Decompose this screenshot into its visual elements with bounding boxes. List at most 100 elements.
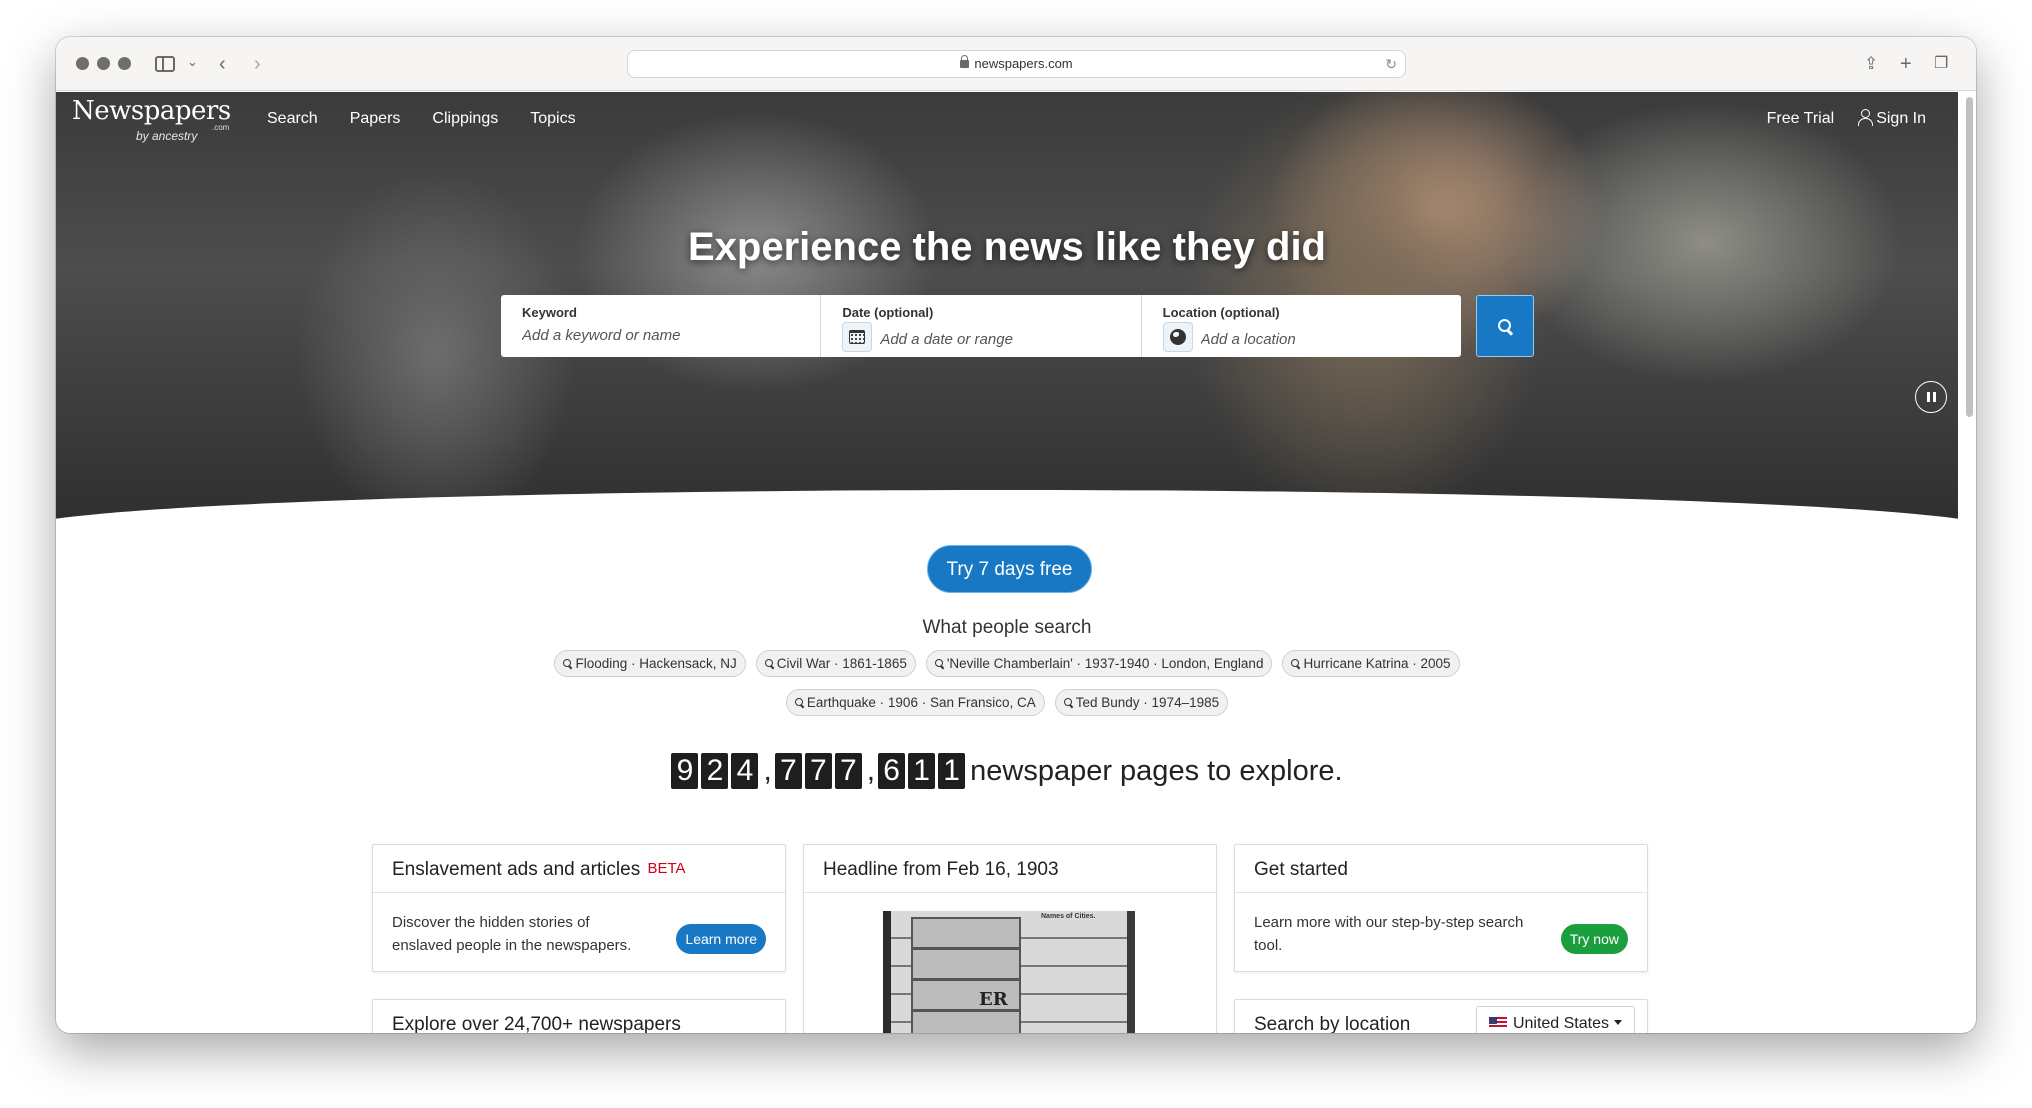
headline-card: Headline from Feb 16, 1903 ER Names of C…: [803, 844, 1217, 1033]
what-people-search-title: What people search: [922, 617, 1092, 638]
keyword-input[interactable]: [522, 327, 800, 344]
reload-icon[interactable]: ↻: [1385, 51, 1397, 77]
search-icon: [563, 659, 573, 669]
counter-comma: ,: [763, 754, 772, 787]
search-button[interactable]: [1476, 295, 1534, 357]
chevron-down-icon[interactable]: ⌄: [187, 54, 198, 70]
explore-card-header[interactable]: Explore over 24,700+ newspapers: [373, 1000, 785, 1033]
try-now-button[interactable]: Try now: [1560, 924, 1628, 954]
get-started-card: Get started Learn more with our step-by-…: [1234, 844, 1648, 972]
sign-in-label: Sign In: [1876, 110, 1926, 127]
enslavement-card-body: Discover the hidden stories of enslaved …: [373, 893, 785, 975]
counter-digit: 7: [804, 753, 832, 789]
free-trial-link[interactable]: Free Trial: [1767, 110, 1835, 128]
enslavement-card: Enslavement ads and articles BETA Discov…: [372, 844, 786, 972]
search-icon: [1063, 698, 1074, 708]
newspaper-illustration: [911, 917, 1021, 1033]
nav-papers[interactable]: Papers: [350, 110, 401, 128]
forward-icon[interactable]: ›: [254, 51, 261, 77]
logo-com: .com: [212, 123, 230, 132]
counter-digit: 2: [701, 753, 729, 789]
us-flag-icon: [1488, 1017, 1507, 1029]
calendar-icon[interactable]: [842, 322, 873, 352]
search-chip[interactable]: Flooding · Hackensack, NJ: [554, 650, 746, 677]
counter-digit: 7: [774, 753, 802, 789]
counter-digit: 7: [834, 753, 862, 789]
share-icon[interactable]: ⇪: [1864, 51, 1878, 77]
get-started-card-title: Get started: [1254, 859, 1348, 880]
site-nav: Newspapers .com by ancestry Search Paper…: [56, 92, 1958, 152]
tab-overview-icon[interactable]: ❐: [1934, 51, 1948, 77]
pause-slideshow-button[interactable]: [1915, 381, 1947, 413]
nav-topics[interactable]: Topics: [530, 110, 575, 128]
url-text: newspapers.com: [974, 56, 1073, 71]
search-chip[interactable]: Earthquake · 1906 · San Fransico, CA: [785, 689, 1045, 716]
user-icon: [1858, 109, 1874, 126]
search-chip[interactable]: 'Neville Chamberlain' · 1937-1940 · Lond…: [925, 650, 1273, 677]
logo-by-ancestry: by ancestry: [136, 129, 198, 143]
nav-account: Free Trial Sign In: [1767, 109, 1926, 128]
search-icon: [934, 659, 945, 669]
search-icon: [764, 659, 775, 669]
address-bar[interactable]: newspapers.com ↻: [627, 50, 1406, 78]
caret-down-icon: [1614, 1020, 1622, 1025]
counter-digit: 9: [671, 753, 699, 789]
maximize-window-icon[interactable]: [118, 57, 131, 70]
search-chips-row-1: Flooding · Hackensack, NJ Civil War · 18…: [56, 650, 1958, 677]
search-icon: [1291, 659, 1301, 669]
counter-digit: 1: [938, 753, 966, 789]
search-by-location-card: Search by location United States: [1234, 999, 1648, 1033]
sign-in-link[interactable]: Sign In: [1858, 109, 1926, 128]
counter-comma: ,: [866, 754, 876, 787]
lock-icon: [960, 55, 970, 68]
sidebar-toggle-icon[interactable]: [155, 56, 175, 72]
newspaper-image-heading: Names of Cities.: [1041, 913, 1096, 920]
location-label: Location (optional): [1162, 305, 1280, 320]
browser-toolbar: ⌄ ‹ › newspapers.com ↻ ⇪ + ❐: [56, 37, 1976, 91]
learn-more-button[interactable]: Learn more: [676, 924, 766, 954]
page-scrollbar[interactable]: [1966, 97, 1973, 417]
nav-search[interactable]: Search: [267, 110, 318, 128]
back-icon[interactable]: ‹: [219, 51, 226, 77]
nav-clippings[interactable]: Clippings: [432, 110, 498, 128]
window-controls: [76, 57, 131, 70]
explore-newspapers-card: Explore over 24,700+ newspapers: [372, 999, 786, 1033]
explore-card-title: Explore over 24,700+ newspapers: [392, 1014, 681, 1033]
date-field[interactable]: Date (optional): [821, 295, 1142, 357]
counter-digit: 1: [908, 753, 936, 789]
enslavement-card-text: Discover the hidden stories of enslaved …: [392, 914, 632, 954]
headline-card-title: Headline from Feb 16, 1903: [823, 859, 1059, 880]
search-chip[interactable]: Ted Bundy · 1974–1985: [1054, 689, 1229, 716]
location-input[interactable]: [1200, 330, 1440, 348]
page-viewport: Newspapers .com by ancestry Search Paper…: [56, 92, 1958, 1033]
enslavement-card-header: Enslavement ads and articles BETA: [373, 845, 785, 893]
browser-window: ⌄ ‹ › newspapers.com ↻ ⇪ + ❐ Newspapers …: [56, 37, 1976, 1033]
search-chip[interactable]: Civil War · 1861-1865: [755, 650, 916, 677]
location-card-header: Search by location United States: [1235, 1000, 1647, 1033]
country-select-value: United States: [1512, 1015, 1609, 1032]
search-icon: [1497, 318, 1513, 334]
headline-newspaper-image[interactable]: ER Names of Cities.: [883, 911, 1135, 1033]
location-field[interactable]: Location (optional): [1142, 295, 1461, 357]
counter-digit: 6: [878, 753, 906, 789]
newspapers-logo[interactable]: Newspapers .com by ancestry: [72, 96, 231, 143]
search-form: Keyword Date (optional) Location (option…: [501, 295, 1461, 357]
date-input[interactable]: [880, 330, 1120, 348]
close-window-icon[interactable]: [76, 57, 89, 70]
search-chips-row-2: Earthquake · 1906 · San Fransico, CA Ted…: [56, 689, 1958, 716]
get-started-card-body: Learn more with our step-by-step search …: [1235, 893, 1647, 975]
search-chip[interactable]: Hurricane Katrina · 2005: [1282, 650, 1460, 677]
new-tab-icon[interactable]: +: [1900, 51, 1912, 77]
location-card-title: Search by location: [1254, 1014, 1411, 1033]
nav-links: Search Papers Clippings Topics: [267, 110, 576, 128]
hero-banner: Newspapers .com by ancestry Search Paper…: [56, 92, 1958, 534]
search-icon: [794, 698, 805, 708]
minimize-window-icon[interactable]: [97, 57, 110, 70]
keyword-field[interactable]: Keyword: [501, 295, 822, 357]
globe-icon[interactable]: [1162, 322, 1193, 352]
try-free-button[interactable]: Try 7 days free: [927, 545, 1092, 593]
counter-text: newspaper pages to explore.: [970, 755, 1343, 787]
page-counter: 9 2 4 , 7 7 7 , 6 1 1 newspaper pages to…: [56, 753, 1958, 789]
get-started-card-header: Get started: [1235, 845, 1647, 893]
country-select[interactable]: United States: [1475, 1006, 1635, 1033]
